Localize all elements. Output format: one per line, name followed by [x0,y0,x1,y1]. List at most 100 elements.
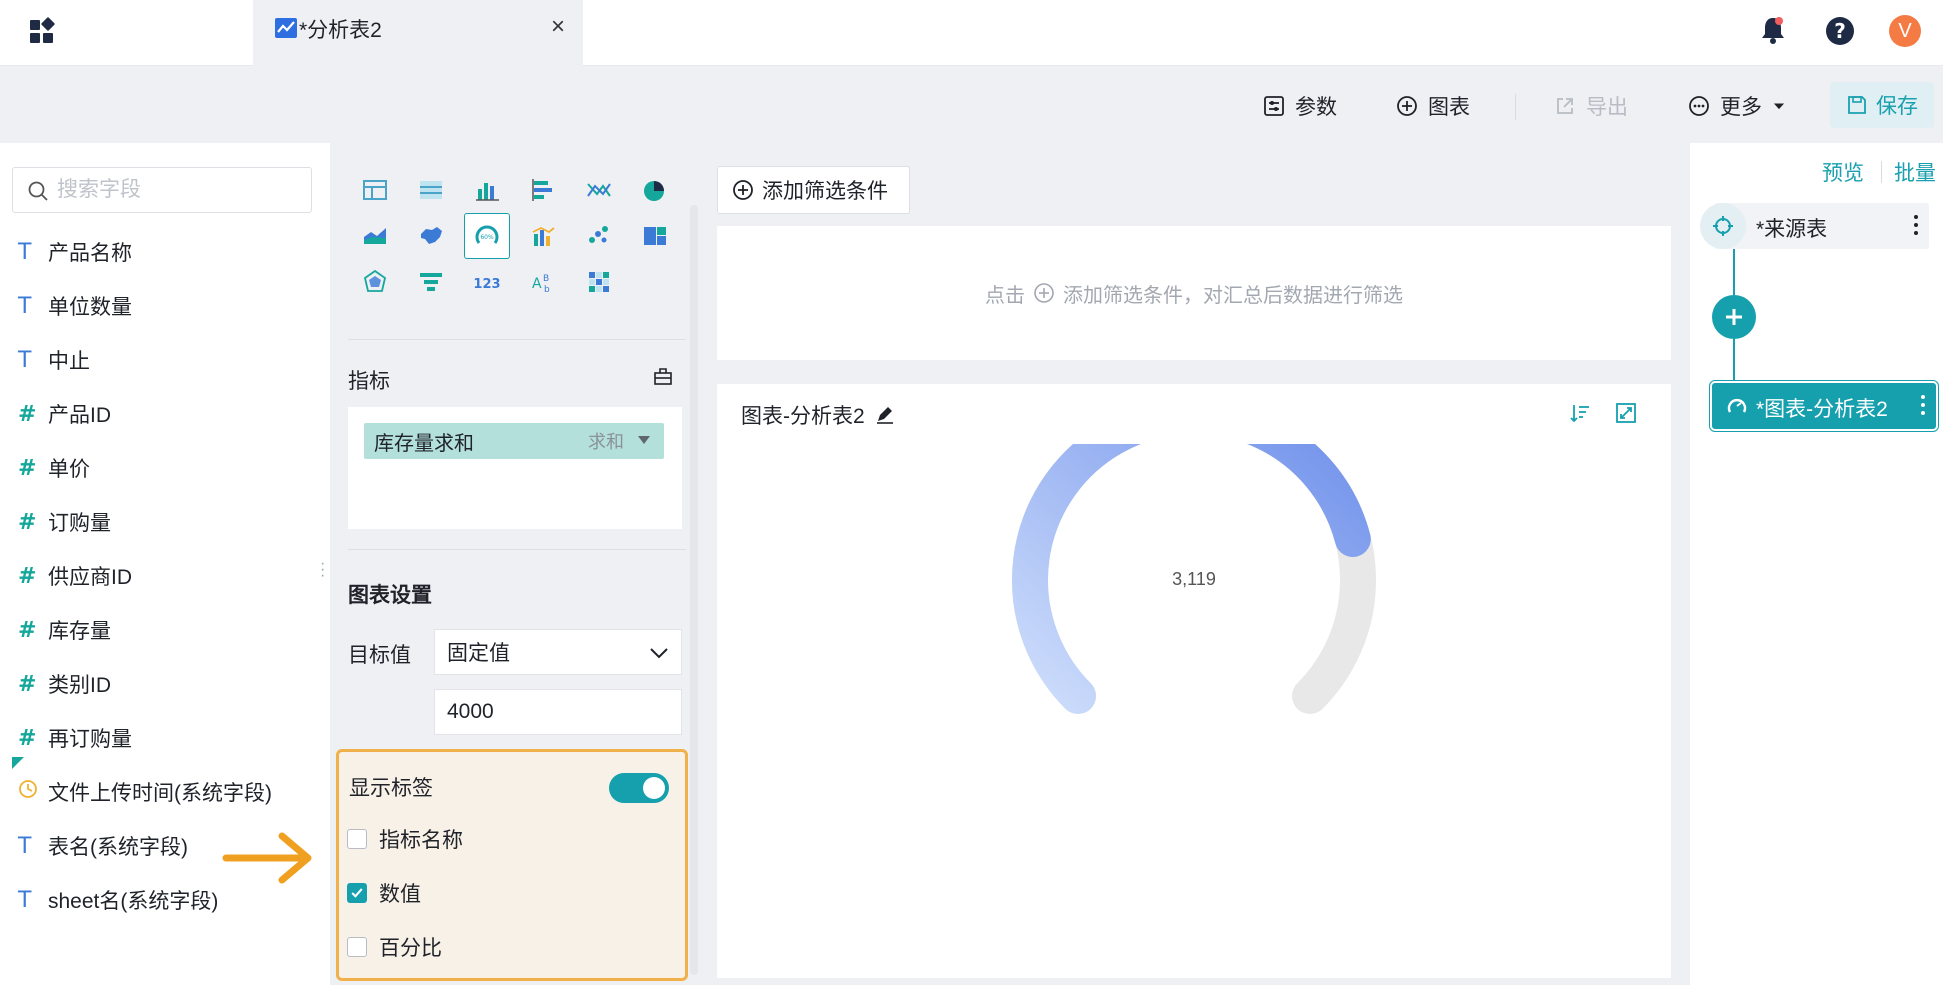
number-type-icon: # [18,455,37,481]
clock-type-icon [18,779,48,805]
target-mode-select[interactable]: 固定值 [434,629,682,675]
field-item[interactable]: Tsheet名(系统字段) [18,884,218,916]
field-item[interactable]: # 类别ID [18,668,111,700]
text-type-icon: T [18,239,32,265]
radar-chart-icon[interactable] [352,259,398,305]
word-cloud-icon[interactable]: ABb [520,259,566,305]
gauge-chart: 3,119 [1012,444,1376,714]
svg-text:B: B [543,274,549,284]
field-item[interactable]: T 产品名称 [18,236,132,268]
field-item[interactable]: # 供应商ID [18,560,132,592]
text-type-icon: T [18,347,32,373]
table-chart-icon[interactable] [352,167,398,213]
user-avatar[interactable]: V [1889,15,1921,47]
show-labels-toggle[interactable] [609,773,669,803]
checkbox[interactable] [347,937,367,957]
number-type-icon: # [18,563,37,589]
chart-title: 图表-分析表2 [741,405,865,428]
plus-circle-icon [733,180,753,200]
tab-analysis-2[interactable]: *分析表2 × [253,0,583,66]
area-chart-icon[interactable] [352,213,398,259]
help-icon[interactable]: ? [1825,16,1855,46]
crosshair-icon [1700,203,1746,249]
chart-settings-title: 图表设置 [348,584,432,607]
config-panel: 60% 123 ABb 指标 库存量求和 求和 图表设置 目标值 固定值 显示标… [332,143,700,985]
pie-chart-icon[interactable] [632,167,678,213]
option-metric-name[interactable]: 指标名称 [347,824,463,854]
scatter-chart-icon[interactable] [576,213,622,259]
field-item[interactable]: T 中止 [18,344,90,376]
field-item[interactable]: # 产品ID [18,398,111,430]
number-card-icon[interactable]: 123 [464,259,510,305]
svg-text:60%: 60% [480,234,494,241]
target-value-input[interactable] [434,689,682,735]
field-item[interactable]: # 订购量 [18,506,111,538]
svg-text:b: b [544,285,550,295]
add-filter-button[interactable]: 添加筛选条件 [717,166,910,214]
close-tab-icon[interactable]: × [547,15,569,39]
caret-down-icon[interactable] [638,436,650,444]
funnel-chart-icon[interactable] [408,259,454,305]
toolbar-divider [1515,94,1516,120]
target-value-label: 目标值 [348,644,411,667]
node-menu-icon[interactable] [1920,393,1926,417]
params-button[interactable]: 参数 [1263,90,1337,122]
flow-panel: 预览 批量 *来源表 *图表-分析表2 [1690,143,1943,985]
chart-node[interactable]: *图表-分析表2 [1712,383,1936,429]
checkbox[interactable] [347,829,367,849]
svg-text:123: 123 [473,277,500,292]
number-type-icon: # [18,509,37,535]
analysis-sheet-icon [275,18,297,38]
line-chart-icon[interactable] [576,167,622,213]
panel-resize-handle[interactable]: · · · [320,556,325,584]
metric-pill[interactable]: 库存量求和 求和 [364,423,664,459]
field-item[interactable]: # 库存量 [18,614,111,646]
option-percentage[interactable]: 百分比 [347,932,442,962]
number-type-icon: # [18,725,37,751]
add-chart-button[interactable]: 图表 [1396,90,1470,122]
metric-section-label: 指标 [348,370,390,393]
notification-bell-icon[interactable] [1760,15,1786,45]
fullscreen-icon[interactable] [1615,402,1637,424]
export-button[interactable]: 导出 [1554,90,1628,122]
flow-link-divider [1881,161,1882,183]
source-table-node[interactable]: *来源表 [1700,203,1929,249]
metric-drop-zone[interactable]: 库存量求和 求和 [348,407,682,529]
used-field-marker [12,757,24,769]
checkbox-checked[interactable] [347,883,367,903]
sort-icon[interactable] [1569,402,1591,424]
svg-text:A: A [532,276,542,292]
metric-settings-icon[interactable] [652,365,674,387]
text-type-icon: T [18,887,32,913]
crosstab-chart-icon[interactable] [408,167,454,213]
more-menu-button[interactable]: 更多 [1688,90,1786,122]
save-button[interactable]: 保存 [1830,82,1934,128]
field-item[interactable]: 文件上传时间(系统字段) [18,776,272,808]
batch-link[interactable]: 批量 [1894,157,1936,187]
search-icon [28,181,48,201]
node-menu-icon[interactable] [1913,213,1919,237]
option-value[interactable]: 数值 [347,878,421,908]
filter-drop-area[interactable]: 点击 添加筛选条件，对汇总后数据进行筛选 [717,226,1671,360]
add-step-button[interactable] [1712,295,1756,339]
field-search[interactable] [12,167,312,213]
field-item[interactable]: T 表名(系统字段) [18,830,188,862]
heatmap-chart-icon[interactable] [576,259,622,305]
field-item[interactable]: # 再订购量 [18,722,132,754]
preview-link[interactable]: 预览 [1822,157,1864,187]
save-icon [1848,96,1866,114]
field-item[interactable]: # 单价 [18,452,90,484]
search-input[interactable] [57,174,297,206]
treemap-chart-icon[interactable] [632,213,678,259]
config-scrollbar[interactable] [690,205,698,975]
bar-chart-icon[interactable] [464,167,510,213]
number-type-icon: # [18,617,37,643]
map-chart-icon[interactable] [408,213,454,259]
edit-pen-icon[interactable] [875,404,895,424]
horizontal-bar-icon[interactable] [520,167,566,213]
field-item[interactable]: T 单位数量 [18,290,132,322]
app-grid-icon[interactable] [28,16,58,46]
caret-down-icon [1773,103,1785,110]
combo-chart-icon[interactable] [520,213,566,259]
gauge-chart-icon[interactable]: 60% [464,213,510,259]
